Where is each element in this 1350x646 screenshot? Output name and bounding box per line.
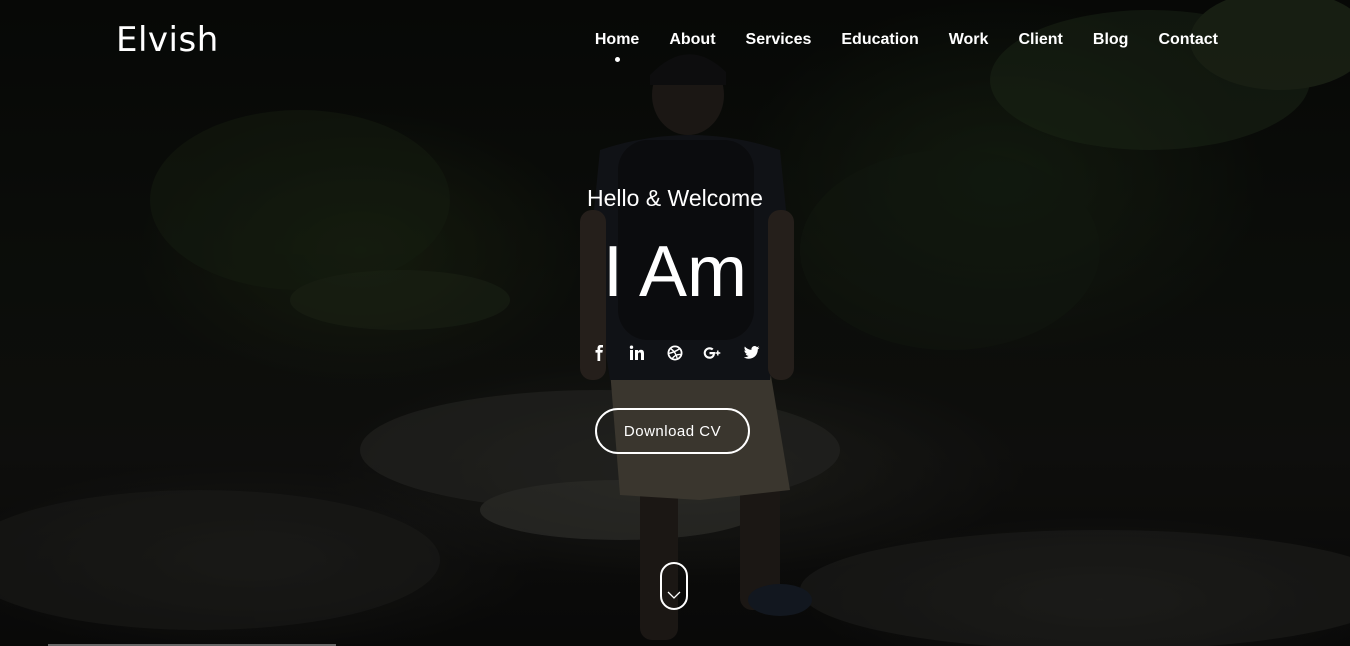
social-links [0, 343, 1350, 363]
hero-greeting: Hello & Welcome [587, 185, 763, 211]
facebook-icon[interactable] [589, 343, 609, 363]
hero-overlay [0, 0, 1350, 646]
linkedin-icon[interactable] [627, 343, 647, 363]
main-nav: Home About Services Education Work Clien… [594, 30, 1218, 62]
chevron-down-icon [667, 591, 681, 599]
brand-logo[interactable]: Elvish [116, 20, 219, 60]
download-cv-button[interactable]: Download CV [595, 408, 750, 454]
hero-section: Elvish Home About Services Education Wor… [0, 0, 1350, 646]
nav-item-blog[interactable]: Blog [1093, 30, 1129, 50]
nav-item-label: Home [594, 31, 640, 48]
nav-item-services[interactable]: Services [746, 30, 812, 50]
nav-item-education[interactable]: Education [841, 30, 918, 50]
nav-item-about[interactable]: About [669, 30, 715, 50]
nav-item-contact[interactable]: Contact [1158, 30, 1218, 50]
active-indicator [614, 57, 620, 62]
google-plus-icon[interactable] [703, 343, 723, 363]
hero-headline: I Am [602, 232, 748, 312]
nav-item-home[interactable]: Home [594, 30, 640, 62]
dribbble-icon[interactable] [665, 343, 685, 363]
scroll-down-button[interactable] [660, 562, 688, 610]
twitter-icon[interactable] [741, 343, 761, 363]
nav-item-client[interactable]: Client [1018, 30, 1062, 50]
nav-item-work[interactable]: Work [949, 30, 989, 50]
